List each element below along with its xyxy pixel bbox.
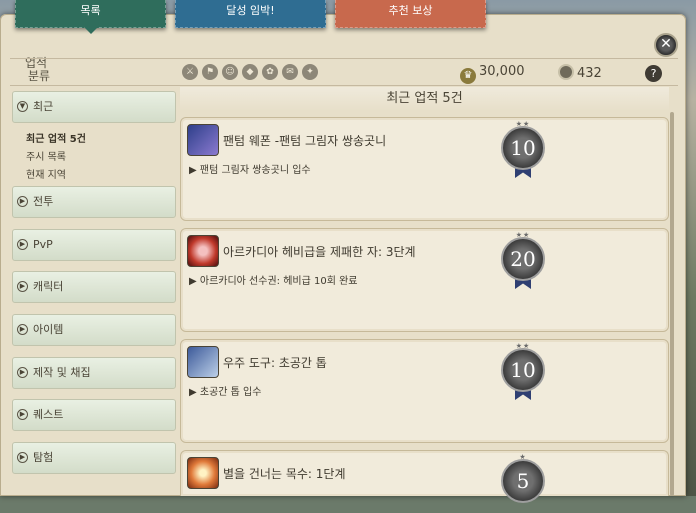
- category-label: PvP: [33, 238, 53, 251]
- item-filter-icon[interactable]: ◆: [242, 64, 258, 80]
- trophy-icon: ♛: [460, 68, 476, 84]
- category-crafting-gathering[interactable]: ▶ 제작 및 채집: [12, 357, 176, 389]
- close-icon: ✕: [660, 36, 672, 52]
- achievement-card[interactable]: 우주 도구: 초공간 톱 ▶ 초공간 톱 입수 ★★ 10: [180, 339, 669, 443]
- tab-near-completion[interactable]: 달성 임박!: [175, 0, 326, 28]
- chevron-right-icon: ▶: [17, 367, 28, 378]
- achievement-description: ▶ 아르카디아 선수권: 헤비급 10회 완료: [189, 276, 358, 287]
- chevron-right-icon: ▶: [17, 196, 28, 207]
- achievement-description: ▶ 팬텀 그림자 쌍송곳니 입수: [189, 165, 311, 176]
- help-icon: ?: [650, 67, 657, 80]
- coins-value: 432: [577, 66, 602, 81]
- category-filter-icons: ⚔ ⚑ ☺ ◆ ✿ ✉ ✦: [182, 64, 318, 80]
- pvp-filter-icon[interactable]: ⚑: [202, 64, 218, 80]
- category-label: 캐릭터: [33, 280, 64, 293]
- subitem-recent-5[interactable]: 최근 업적 5건: [26, 130, 86, 145]
- achievement-card[interactable]: 팬텀 웨폰 -팬텀 그림자 쌍송곳니 ▶ 팬텀 그림자 쌍송곳니 입수 ★★ 1…: [180, 117, 669, 221]
- chevron-right-icon: ▶: [17, 409, 28, 420]
- achievement-name: 우주 도구: 초공간 톱: [223, 356, 327, 370]
- chevron-down-icon: ▼: [17, 101, 28, 112]
- divider: [10, 85, 678, 86]
- list-header: 최근 업적 5건: [180, 87, 669, 111]
- achievement-points: ♛ 30,000: [460, 64, 525, 84]
- achievement-name: 팬텀 웨폰 -팬텀 그림자 쌍송곳니: [223, 134, 387, 148]
- crafting-filter-icon[interactable]: ✿: [262, 64, 278, 80]
- quest-filter-icon[interactable]: ✉: [282, 64, 298, 80]
- chevron-right-icon: ▶: [17, 324, 28, 335]
- category-label: 탐험: [33, 451, 54, 464]
- achievement-points-badge: ★ 5: [501, 453, 545, 513]
- divider: [10, 58, 678, 59]
- achievement-card[interactable]: 별을 건너는 목수: 1단계 ★ 5: [180, 450, 669, 503]
- category-label: 퀘스트: [33, 408, 64, 421]
- points-value: 20: [501, 237, 545, 281]
- achievement-points-badge: ★★ 10: [501, 342, 545, 402]
- tab-label: 추천 보상: [388, 4, 433, 17]
- achievement-points-badge: ★★ 20: [501, 231, 545, 291]
- filter-label: 분류: [28, 69, 51, 83]
- chevron-right-icon: ▶: [17, 281, 28, 292]
- chevron-right-icon: ▶: [17, 239, 28, 250]
- category-item[interactable]: ▶ 아이템: [12, 314, 176, 346]
- close-button[interactable]: ✕: [654, 33, 678, 57]
- achievement-card[interactable]: 아르카디아 헤비급을 제패한 자: 3단계 ▶ 아르카디아 선수권: 헤비급 1…: [180, 228, 669, 332]
- battle-filter-icon[interactable]: ⚔: [182, 64, 198, 80]
- category-character[interactable]: ▶ 캐릭터: [12, 271, 176, 303]
- category-label: 제작 및 채집: [33, 366, 91, 379]
- exploration-filter-icon[interactable]: ✦: [302, 64, 318, 80]
- achievement-name: 아르카디아 헤비급을 제패한 자: 3단계: [223, 245, 416, 259]
- category-pvp[interactable]: ▶ PvP: [12, 229, 176, 261]
- help-button[interactable]: ?: [645, 65, 662, 82]
- achievement-points-badge: ★★ 10: [501, 120, 545, 180]
- points-value: 5: [501, 459, 545, 503]
- coin-icon: [558, 64, 574, 80]
- subitem-current-area[interactable]: 현재 지역: [26, 166, 66, 181]
- star-carpenter-icon: [187, 457, 219, 489]
- tab-label: 달성 임박!: [226, 4, 275, 17]
- achievement-coins: 432: [558, 64, 602, 81]
- category-exploration[interactable]: ▶ 탐험: [12, 442, 176, 474]
- category-label: 전투: [33, 195, 54, 208]
- achievement-name: 별을 건너는 목수: 1단계: [223, 467, 346, 481]
- points-value: 10: [501, 126, 545, 170]
- chevron-right-icon: ▶: [17, 452, 28, 463]
- category-label: 최근: [33, 100, 54, 113]
- category-label: 아이템: [33, 323, 64, 336]
- saw-icon: [187, 346, 219, 378]
- points-value: 10: [501, 348, 545, 392]
- scrollbar[interactable]: [670, 112, 674, 496]
- tab-label: 목록: [80, 4, 101, 17]
- arcadia-champion-icon: [187, 235, 219, 267]
- twin-daggers-icon: [187, 124, 219, 156]
- tab-list[interactable]: 목록: [15, 0, 166, 34]
- points-value: 30,000: [479, 64, 525, 79]
- category-battle[interactable]: ▶ 전투: [12, 186, 176, 218]
- category-recent[interactable]: ▼ 최근: [12, 91, 176, 123]
- achievement-description: ▶ 초공간 톱 입수: [189, 387, 262, 398]
- category-quest[interactable]: ▶ 퀘스트: [12, 399, 176, 431]
- active-tab-indicator: [83, 27, 98, 34]
- subitem-watchlist[interactable]: 주시 목록: [26, 148, 66, 163]
- tab-recommended-rewards[interactable]: 추천 보상: [335, 0, 486, 28]
- character-filter-icon[interactable]: ☺: [222, 64, 238, 80]
